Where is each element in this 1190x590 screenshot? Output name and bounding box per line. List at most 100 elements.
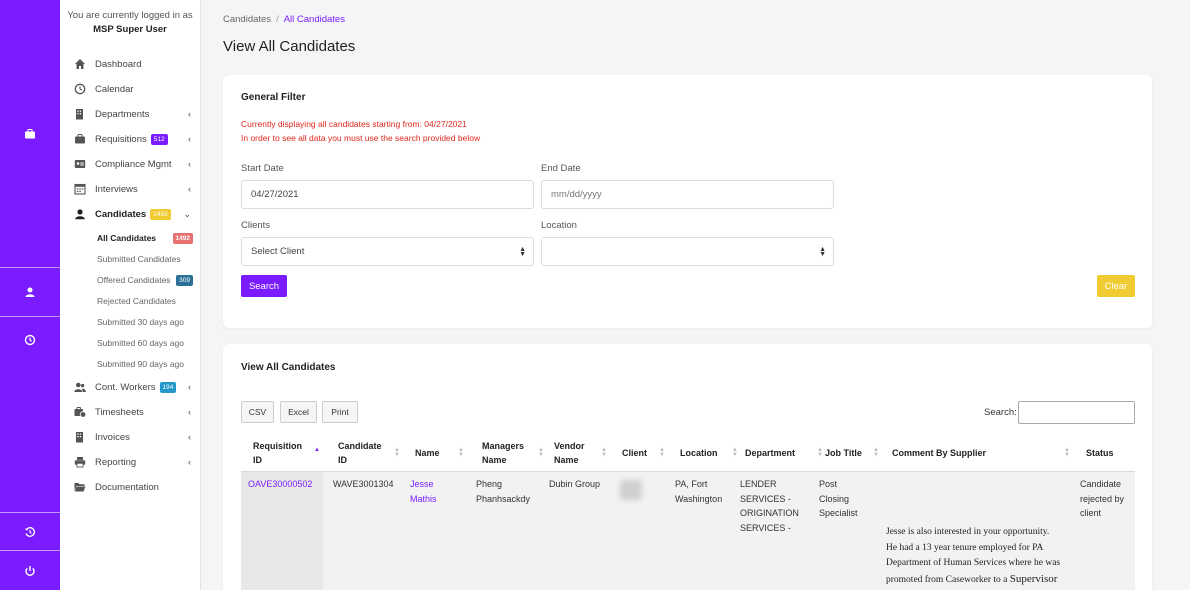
clear-button[interactable]: Clear (1097, 275, 1135, 297)
select-caret-icon: ▲ ▼ (519, 246, 526, 258)
list-card-title: View All Candidates (241, 362, 336, 373)
column-header-label: Job Title (825, 448, 862, 458)
sidebar-subitem-offered[interactable]: Offered Candidates 309 (97, 273, 193, 287)
sidebar-item-dashboard[interactable]: Dashboard (74, 56, 191, 72)
logged-in-user: MSP Super User (93, 24, 167, 35)
sidebar-subitem-submitted[interactable]: Submitted Candidates (97, 252, 193, 266)
sidebar-subitem-label: Offered Candidates (97, 275, 171, 285)
column-header-requisition-id[interactable]: Requisition ID ▲ (253, 434, 325, 472)
sidebar-item-calendar[interactable]: Calendar (74, 81, 191, 97)
rail-seg-user[interactable] (0, 268, 60, 317)
chevron-left-icon: ‹ (188, 382, 191, 392)
column-header-comment-by-supplier[interactable]: Comment By Supplier ▲ ▼ (892, 434, 1074, 472)
column-header-managers-name[interactable]: Managers Name ▲ ▼ (482, 434, 544, 472)
sidebar-item-label: Reporting (95, 456, 137, 468)
sidebar-item-compliance[interactable]: Compliance Mgmt ‹ (74, 156, 191, 172)
cell-location: PA, Fort Washington (675, 479, 723, 504)
rail-seg-power[interactable] (0, 551, 60, 590)
end-date-input[interactable]: mm/dd/yyyy (541, 180, 834, 209)
cont-workers-count-badge: 194 (159, 381, 177, 393)
sidebar-item-requisitions[interactable]: Requisitions 512 ‹ (74, 131, 191, 147)
sidebar-item-label: Timesheets (95, 406, 144, 418)
cell-candidate-name-link[interactable]: Jesse Mathis (410, 477, 437, 506)
sidebar-subitem-30-days[interactable]: Submitted 30 days ago (97, 315, 193, 329)
sidebar-subitem-90-days[interactable]: Submitted 90 days ago (97, 357, 193, 371)
sidebar-subitem-label: Rejected Candidates (97, 296, 176, 306)
sidebar-subitem-all-candidates[interactable]: All Candidates 1492 (97, 231, 193, 245)
column-header-status[interactable]: Status (1086, 434, 1133, 472)
chevron-left-icon: ‹ (188, 457, 191, 467)
search-button[interactable]: Search (241, 275, 287, 297)
column-header-department[interactable]: Department ▲ ▼ (745, 434, 825, 472)
cell-requisition-id-link[interactable]: OAVE30000502 (248, 477, 312, 492)
cell-manager-name: Pheng Phanhsackdy (476, 479, 531, 504)
rail-seg-history[interactable] (0, 513, 60, 551)
sidebar-subitem-rejected[interactable]: Rejected Candidates (97, 294, 193, 308)
sort-icon: ▲ ▼ (732, 447, 738, 458)
cell-vendor-name: Dubin Group (549, 479, 601, 489)
column-header-name[interactable]: Name ▲ ▼ (415, 434, 465, 472)
column-header-job-title[interactable]: Job Title ▲ ▼ (825, 434, 883, 472)
users-icon (74, 381, 86, 393)
cell-client-redacted (620, 480, 642, 500)
csv-button[interactable]: CSV (241, 401, 274, 423)
column-header-vendor-name[interactable]: Vendor Name ▲ ▼ (554, 434, 610, 472)
chevron-left-icon: ‹ (188, 184, 191, 194)
column-header-label: Status (1086, 448, 1114, 458)
building-icon (74, 108, 86, 120)
breadcrumb-root-link[interactable]: Candidates (223, 14, 271, 25)
sidebar-item-label: Calendar (95, 83, 134, 95)
user-icon (25, 287, 35, 297)
sort-icon: ▲ ▼ (601, 447, 607, 458)
rail-seg-briefcase[interactable] (0, 0, 60, 268)
sidebar-subitem-label: Submitted 90 days ago (97, 359, 184, 369)
sort-icon: ▲ ▼ (538, 447, 544, 458)
sidebar-subitem-label: Submitted Candidates (97, 254, 181, 264)
filter-card-title: General Filter (241, 92, 306, 103)
sidebar-item-timesheets[interactable]: Timesheets ‹ (74, 404, 191, 420)
sort-icon: ▲ ▼ (458, 447, 464, 458)
sidebar-item-cont-workers[interactable]: Cont. Workers 194 ‹ (74, 379, 191, 395)
breadcrumb-current[interactable]: All Candidates (284, 14, 345, 25)
briefcase-icon (25, 128, 35, 138)
history-icon (24, 526, 35, 537)
breadcrumb: Candidates / All Candidates (223, 14, 345, 25)
location-label: Location (541, 220, 577, 231)
sidebar: You are currently logged in as MSP Super… (60, 0, 201, 590)
column-header-candidate-id[interactable]: Candidate ID ▲ ▼ (338, 434, 400, 472)
location-select[interactable]: ▲ ▼ (541, 237, 834, 266)
sort-icon: ▲ ▼ (873, 447, 879, 458)
clients-select[interactable]: Select Client ▲ ▼ (241, 237, 534, 266)
column-header-client[interactable]: Client ▲ ▼ (622, 434, 665, 472)
sidebar-item-candidates[interactable]: Candidates 1492 ⌄ (74, 206, 191, 222)
sidebar-item-label: Dashboard (95, 58, 142, 70)
print-button[interactable]: Print (322, 401, 358, 423)
table-search-input[interactable] (1018, 401, 1135, 424)
sidebar-item-invoices[interactable]: Invoices ‹ (74, 429, 191, 445)
page-title: View All Candidates (223, 38, 356, 55)
id-card-icon (74, 158, 86, 170)
sidebar-item-reporting[interactable]: Reporting ‹ (74, 454, 191, 470)
start-date-input[interactable]: 04/27/2021 (241, 180, 534, 209)
sidebar-item-interviews[interactable]: Interviews ‹ (74, 181, 191, 197)
sidebar-subitem-label: Submitted 60 days ago (97, 338, 184, 348)
chevron-left-icon: ‹ (188, 407, 191, 417)
column-header-label: Comment By Supplier (892, 448, 987, 458)
sidebar-item-documentation[interactable]: Documentation (74, 479, 191, 495)
rail-seg-clock[interactable] (0, 317, 60, 513)
cell-job-title: Post Closing Specialist (819, 479, 858, 518)
timesheet-icon (74, 406, 86, 418)
offered-count-badge: 309 (176, 274, 193, 286)
icon-rail (0, 0, 60, 590)
sidebar-item-label: Interviews (95, 183, 138, 195)
power-icon (25, 565, 35, 576)
start-date-label: Start Date (241, 163, 284, 174)
sidebar-item-departments[interactable]: Departments ‹ (74, 106, 191, 122)
end-date-label: End Date (541, 163, 581, 174)
excel-button[interactable]: Excel (280, 401, 317, 423)
chevron-left-icon: ‹ (188, 134, 191, 144)
sidebar-subitem-60-days[interactable]: Submitted 60 days ago (97, 336, 193, 350)
sidebar-item-label: Requisitions (95, 133, 147, 145)
column-header-location[interactable]: Location ▲ ▼ (680, 434, 738, 472)
home-icon (74, 58, 86, 70)
